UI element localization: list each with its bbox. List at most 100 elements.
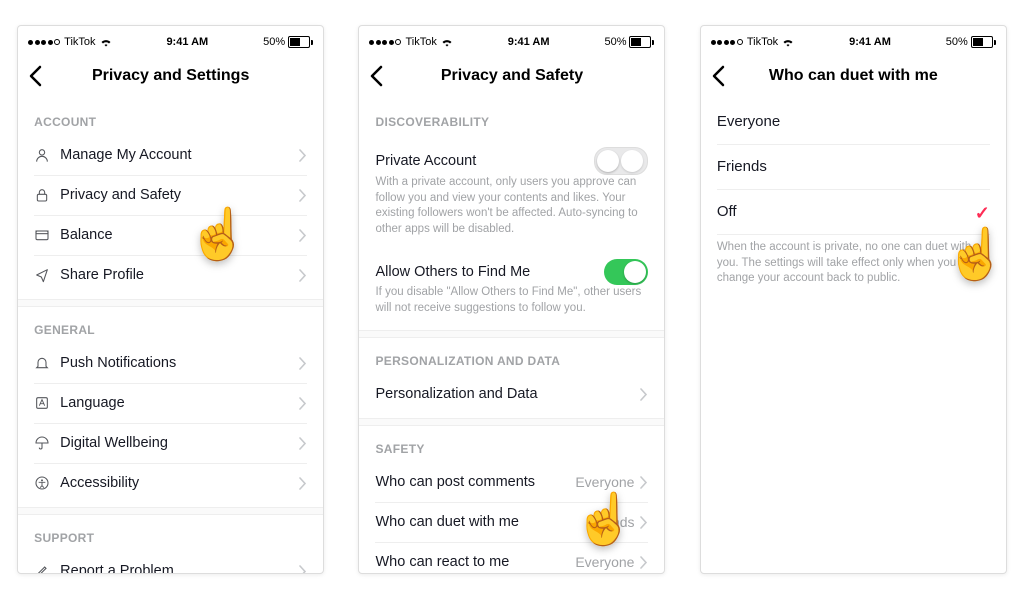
chevron-right-icon [299, 357, 307, 370]
bell-icon [34, 355, 60, 371]
section-safety-label: SAFETY [359, 426, 664, 462]
row-accessibility[interactable]: Accessibility [18, 463, 323, 503]
back-button[interactable] [369, 54, 383, 98]
battery-icon [971, 36, 996, 48]
section-discover-label: DISCOVERABILITY [359, 99, 664, 135]
language-icon [34, 395, 60, 411]
clock-label: 9:41 AM [508, 36, 550, 48]
duet-desc: When the account is private, no one can … [701, 230, 1006, 297]
screen-privacy-safety: TikTok 9:41 AM 50% Privacy and Safety DI… [358, 25, 665, 574]
pencil-icon [34, 563, 60, 573]
nav-bar: Privacy and Safety [359, 54, 664, 99]
battery-icon [629, 36, 654, 48]
chevron-right-icon [299, 229, 307, 242]
option-everyone[interactable]: Everyone [701, 99, 1006, 144]
share-icon [34, 267, 60, 283]
option-label: Everyone [717, 113, 780, 130]
row-language[interactable]: Language [18, 383, 323, 423]
option-off[interactable]: Off ✓ [701, 189, 1006, 234]
row-wellbeing[interactable]: Digital Wellbeing [18, 423, 323, 463]
back-button[interactable] [28, 54, 42, 98]
row-label: Balance [60, 227, 299, 243]
find-me-desc: If you disable "Allow Others to Find Me"… [359, 285, 664, 326]
row-label: Share Profile [60, 267, 299, 283]
row-push[interactable]: Push Notifications [18, 343, 323, 383]
private-account-desc: With a private account, only users you a… [359, 175, 664, 247]
carrier-label: TikTok [64, 36, 95, 48]
row-balance[interactable]: Balance [18, 215, 323, 255]
option-friends[interactable]: Friends [701, 144, 1006, 189]
section-support-label: SUPPORT [18, 515, 323, 551]
row-share-profile[interactable]: Share Profile [18, 255, 323, 295]
row-label: Personalization and Data [375, 386, 640, 402]
row-private-account[interactable]: Private Account [359, 135, 664, 179]
signal-icon [28, 39, 60, 45]
accessibility-icon [34, 475, 60, 491]
check-icon: ✓ [975, 203, 990, 224]
status-bar: TikTok 9:41 AM 50% [359, 26, 664, 54]
chevron-left-icon [711, 65, 725, 87]
row-value: Friends [588, 514, 635, 530]
battery-percent: 50% [946, 36, 968, 48]
row-personalization[interactable]: Personalization and Data [359, 374, 664, 414]
page-title: Who can duet with me [769, 67, 938, 85]
nav-bar: Privacy and Settings [18, 54, 323, 99]
wifi-icon [782, 37, 794, 47]
row-label: Private Account [375, 153, 594, 169]
section-personal-label: PERSONALIZATION AND DATA [359, 338, 664, 374]
chevron-left-icon [28, 65, 42, 87]
chevron-right-icon [640, 476, 648, 489]
chevron-right-icon [640, 556, 648, 569]
row-label: Who can duet with me [375, 514, 587, 530]
umbrella-icon [34, 435, 60, 451]
option-label: Off [717, 203, 737, 220]
row-value: Everyone [575, 474, 634, 490]
row-privacy-safety[interactable]: Privacy and Safety [18, 175, 323, 215]
clock-label: 9:41 AM [166, 36, 208, 48]
row-manage-account[interactable]: Manage My Account [18, 135, 323, 175]
status-bar: TikTok 9:41 AM 50% [701, 26, 1006, 54]
wallet-icon [34, 227, 60, 243]
row-who-duet[interactable]: Who can duet with me Friends [359, 502, 664, 542]
row-find-me[interactable]: Allow Others to Find Me [359, 247, 664, 289]
nav-bar: Who can duet with me [701, 54, 1006, 99]
chevron-right-icon [299, 477, 307, 490]
row-label: Language [60, 395, 299, 411]
row-label: Push Notifications [60, 355, 299, 371]
section-account-label: ACCOUNT [18, 99, 323, 135]
chevron-right-icon [640, 516, 648, 529]
page-title: Privacy and Safety [441, 67, 583, 85]
row-label: Accessibility [60, 475, 299, 491]
clock-label: 9:41 AM [849, 36, 891, 48]
option-label: Friends [717, 158, 767, 175]
chevron-right-icon [299, 397, 307, 410]
signal-icon [369, 39, 401, 45]
back-button[interactable] [711, 54, 725, 98]
toggle-find-me[interactable] [604, 259, 648, 285]
chevron-right-icon [299, 269, 307, 282]
row-who-react[interactable]: Who can react to me Everyone [359, 542, 664, 573]
row-who-comments[interactable]: Who can post comments Everyone [359, 462, 664, 502]
page-title: Privacy and Settings [92, 67, 249, 85]
carrier-label: TikTok [747, 36, 778, 48]
chevron-right-icon [299, 565, 307, 574]
row-label: Allow Others to Find Me [375, 264, 604, 280]
row-label: Who can post comments [375, 474, 575, 490]
wifi-icon [441, 37, 453, 47]
section-general-label: GENERAL [18, 307, 323, 343]
row-value: Everyone [575, 554, 634, 570]
chevron-left-icon [369, 65, 383, 87]
row-label: Manage My Account [60, 147, 299, 163]
battery-percent: 50% [604, 36, 626, 48]
battery-icon [288, 36, 313, 48]
screen-privacy-settings: TikTok 9:41 AM 50% Privacy and Settings … [17, 25, 324, 574]
toggle-private-account[interactable] [594, 147, 648, 175]
chevron-right-icon [299, 149, 307, 162]
screen-who-can-duet: TikTok 9:41 AM 50% Who can duet with me … [700, 25, 1007, 574]
carrier-label: TikTok [405, 36, 436, 48]
status-bar: TikTok 9:41 AM 50% [18, 26, 323, 54]
row-report[interactable]: Report a Problem [18, 551, 323, 573]
battery-percent: 50% [263, 36, 285, 48]
chevron-right-icon [299, 437, 307, 450]
row-label: Privacy and Safety [60, 187, 299, 203]
